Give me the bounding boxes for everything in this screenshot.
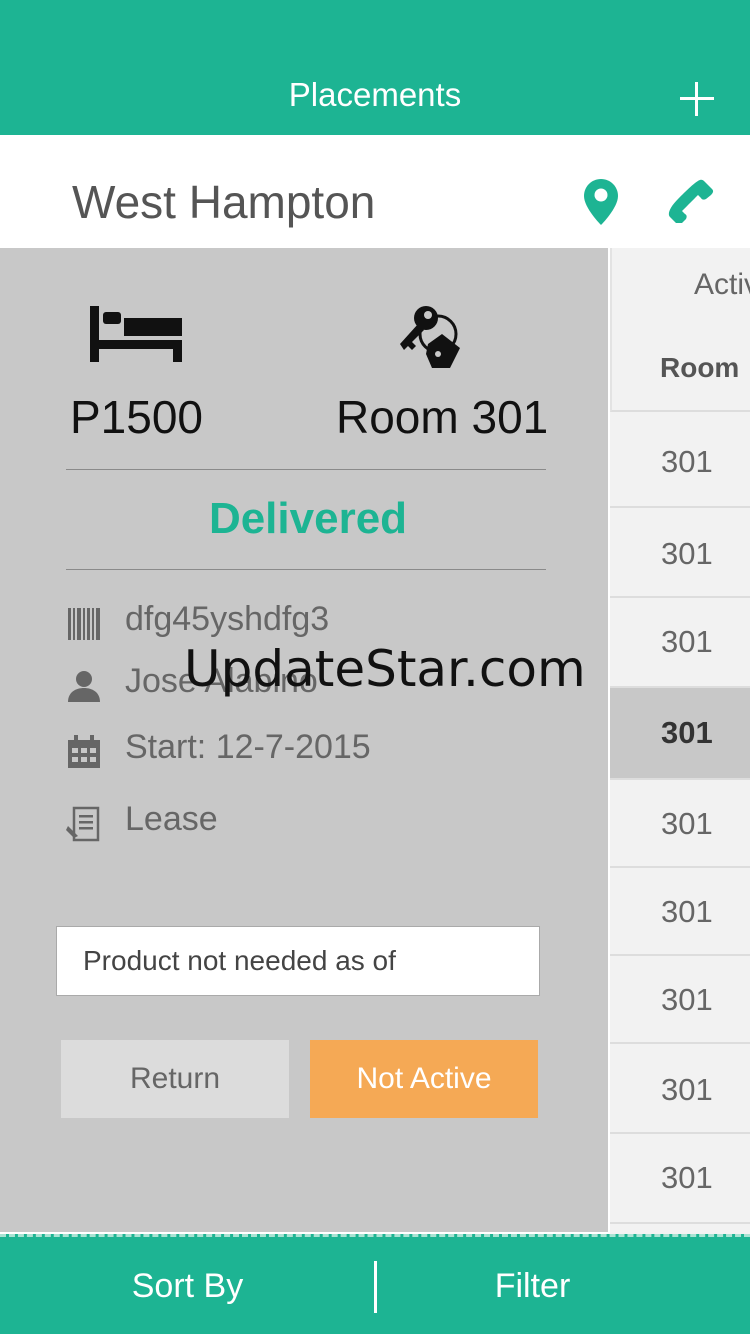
barcode-icon: [68, 608, 100, 640]
customer-row: Jose Alabino: [66, 662, 586, 712]
not-active-button[interactable]: Not Active: [310, 1040, 538, 1118]
placements-table: Activ Room 301 301 301 301 301 301 301 3…: [610, 248, 750, 1234]
room-cell: 301: [661, 894, 713, 929]
serial-row: dfg45yshdfg3: [66, 600, 586, 650]
location-bar: West Hampton: [0, 135, 750, 248]
app-header: Placements: [0, 0, 750, 135]
calendar-icon: [68, 735, 100, 768]
table-header: Activ Room: [610, 248, 750, 412]
room-number: Room 301: [336, 391, 549, 443]
start-date: Start: 12-7-2015: [125, 728, 371, 766]
document-icon: [66, 806, 100, 842]
column-header-room[interactable]: Room: [660, 352, 739, 384]
room-cell: 301: [661, 982, 713, 1017]
table-row[interactable]: 301: [610, 598, 750, 688]
table-row[interactable]: 301: [610, 1134, 750, 1224]
divider: [66, 569, 546, 570]
return-button[interactable]: Return: [61, 1040, 289, 1118]
status-label: Delivered: [208, 494, 408, 543]
product-id: P1500: [70, 391, 204, 443]
filter-button[interactable]: Filter: [360, 1267, 705, 1306]
room-cell: 301: [661, 444, 713, 479]
serial-number: dfg45yshdfg3: [125, 600, 330, 638]
table-row[interactable]: 301: [610, 508, 750, 598]
note-field[interactable]: [56, 926, 540, 996]
contract-type-row: Lease: [66, 800, 586, 850]
table-row[interactable]: 301: [610, 1044, 750, 1134]
note-input[interactable]: [57, 927, 539, 995]
sort-by-button[interactable]: Sort By: [0, 1267, 375, 1306]
table-row[interactable]: 301: [610, 412, 750, 508]
table-row[interactable]: 301: [610, 956, 750, 1044]
column-header-active[interactable]: Activ: [694, 268, 750, 302]
room-cell: 301: [661, 715, 713, 750]
phone-icon[interactable]: [668, 179, 714, 223]
map-pin-icon[interactable]: [584, 179, 618, 225]
divider: [66, 469, 546, 470]
customer-name: Jose Alabino: [125, 662, 318, 700]
contract-type: Lease: [125, 800, 218, 838]
room-cell: 301: [661, 1160, 713, 1195]
person-icon: [68, 671, 100, 702]
bottom-bar: Sort By Filter: [0, 1234, 750, 1334]
page-title: Placements: [288, 76, 462, 113]
plus-icon[interactable]: [680, 82, 714, 116]
room-cell: 301: [661, 536, 713, 571]
location-name: West Hampton: [72, 176, 376, 228]
key-tag-icon: [400, 306, 460, 368]
bed-icon: [90, 306, 182, 362]
table-row[interactable]: 301: [610, 780, 750, 868]
room-cell: 301: [661, 1072, 713, 1107]
room-cell: 301: [661, 806, 713, 841]
room-cell: 301: [661, 624, 713, 659]
start-date-row: Start: 12-7-2015: [66, 728, 586, 778]
table-row-selected[interactable]: 301: [610, 688, 750, 780]
placement-detail-panel: P1500 Room 301 Delivered dfg45yshdfg3 Jo…: [0, 248, 608, 1232]
table-row[interactable]: 301: [610, 868, 750, 956]
